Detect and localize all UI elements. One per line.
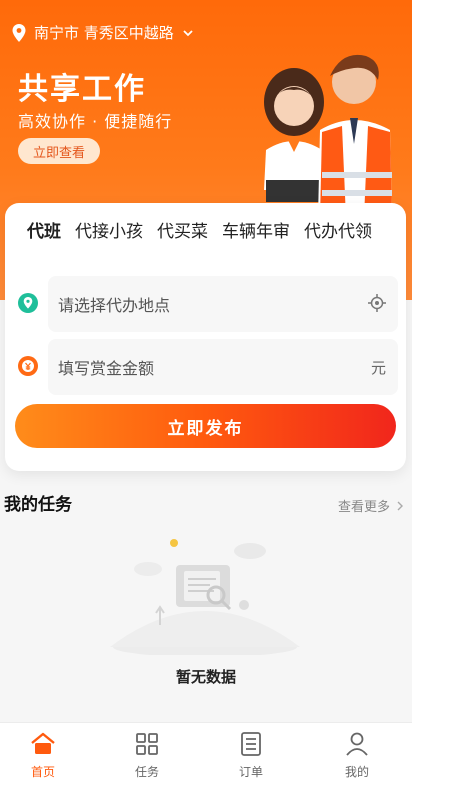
location-pin-green-icon <box>18 293 38 313</box>
user-icon <box>346 732 368 756</box>
hero-title: 共享工作 <box>18 72 146 107</box>
view-more-link[interactable]: 查看更多 <box>338 496 404 515</box>
location-selector[interactable]: 南宁市 青秀区中越路 <box>12 22 194 43</box>
bottom-tab-bar: 首页 任务 订单 我的 <box>0 722 412 800</box>
amount-row: 填写赏金金额 元 <box>15 339 398 395</box>
grid-icon <box>136 733 158 755</box>
view-now-button[interactable]: 立即查看 <box>18 138 100 164</box>
tab-tasks[interactable]: 任务 <box>112 731 182 780</box>
tab-home[interactable]: 首页 <box>8 731 78 780</box>
amount-input[interactable]: 填写赏金金额 元 <box>48 339 398 395</box>
location-pin-icon <box>12 23 26 42</box>
tab-errands[interactable]: 代办代领 <box>304 217 372 242</box>
tab-orders-label: 订单 <box>238 765 263 779</box>
tab-pickup-kids[interactable]: 代接小孩 <box>75 217 143 242</box>
document-icon <box>241 732 261 756</box>
home-page: 南宁市 青秀区中越路 共享工作 高效协作 · 便捷随行 立即查看 代班 代接小孩… <box>0 0 412 800</box>
my-tasks-title: 我的任务 <box>4 495 72 515</box>
currency-unit: 元 <box>370 359 386 377</box>
locate-target-icon[interactable] <box>368 294 386 312</box>
workers-illustration <box>264 54 392 218</box>
empty-state-text: 暂无数据 <box>175 668 236 686</box>
tab-mine-label: 我的 <box>344 765 369 779</box>
tab-daiban[interactable]: 代班 <box>25 217 63 246</box>
location-text: 南宁市 青秀区中越路 <box>34 24 174 42</box>
location-placeholder: 请选择代办地点 <box>58 296 171 315</box>
chevron-right-icon <box>397 501 403 510</box>
tab-mine[interactable]: 我的 <box>322 731 392 780</box>
empty-state-illustration <box>110 539 300 655</box>
tab-home-label: 首页 <box>30 765 55 779</box>
view-more-label: 查看更多 <box>337 500 390 515</box>
amount-placeholder: 填写赏金金额 <box>58 359 155 378</box>
chevron-down-icon <box>183 29 193 36</box>
location-row: 请选择代办地点 <box>15 276 398 332</box>
publish-button[interactable]: 立即发布 <box>15 404 396 448</box>
service-tabs: 代班 代接小孩 代买菜 车辆年审 代办代领 <box>25 217 398 246</box>
home-icon <box>31 732 55 754</box>
hero-subtitle: 高效协作 · 便捷随行 <box>18 112 173 131</box>
tab-orders[interactable]: 订单 <box>216 731 286 780</box>
location-input[interactable]: 请选择代办地点 <box>48 276 398 332</box>
tab-tasks-label: 任务 <box>134 765 159 779</box>
tab-buy-groceries[interactable]: 代买菜 <box>157 217 208 242</box>
publish-card: 代班 代接小孩 代买菜 车辆年审 代办代领 请选择代办地点 填写赏金金额 元 立… <box>5 203 406 471</box>
tab-vehicle-inspection[interactable]: 车辆年审 <box>222 217 290 242</box>
money-bag-icon <box>18 356 38 376</box>
